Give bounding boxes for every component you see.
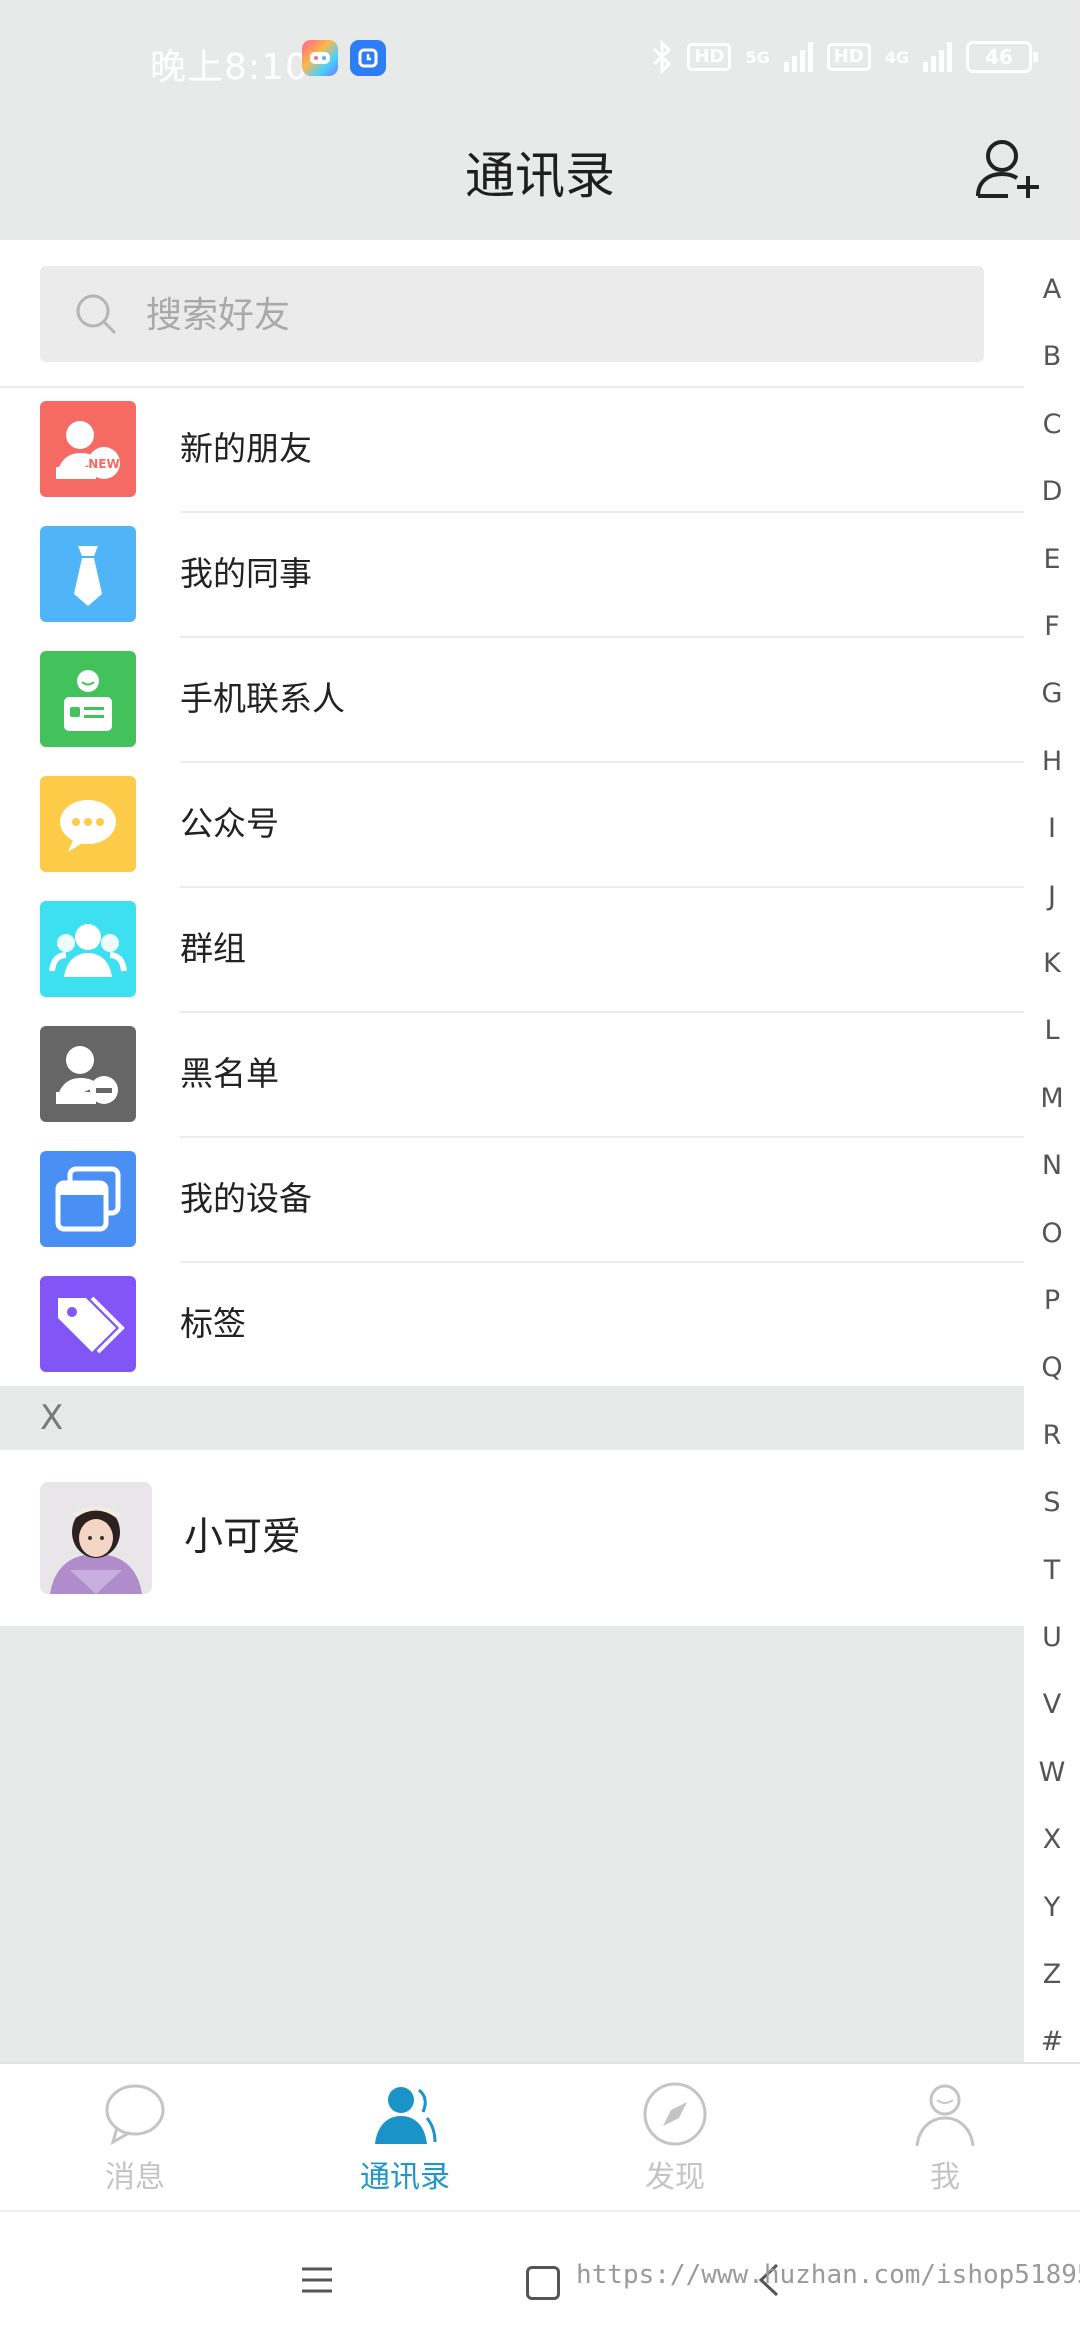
section-header: X xyxy=(0,1386,1024,1450)
alphabet-letter[interactable]: K xyxy=(1024,948,1080,979)
alphabet-letter[interactable]: Q xyxy=(1024,1352,1080,1383)
alphabet-index[interactable]: A B C D E F G H I J K L M N O P Q R S T U V W X Y Z # xyxy=(1024,240,1080,2062)
network-type-1: 5G xyxy=(745,47,770,67)
official-account-chat-icon xyxy=(40,776,136,872)
menu-item-new-friends[interactable]: NEW 新的朋友 xyxy=(0,388,1024,513)
contact-row[interactable]: 小可爱 xyxy=(0,1450,1024,1626)
menu-item-label: 我的同事 xyxy=(180,554,312,593)
menu-item-label: 手机联系人 xyxy=(180,679,345,718)
alphabet-letter[interactable]: N xyxy=(1024,1150,1080,1181)
menu-item-label: 群组 xyxy=(180,929,246,968)
signal-icon xyxy=(783,42,813,72)
alphabet-letter[interactable]: G xyxy=(1024,678,1080,709)
alphabet-letter[interactable]: S xyxy=(1024,1487,1080,1518)
tab-me[interactable]: 我 xyxy=(810,2064,1080,2212)
alphabet-letter[interactable]: D xyxy=(1024,476,1080,507)
alphabet-letter[interactable]: B xyxy=(1024,341,1080,372)
home-icon[interactable] xyxy=(526,2266,560,2300)
alphabet-letter[interactable]: A xyxy=(1024,274,1080,305)
contacts-panel: NEW 新的朋友 我的同事 手机联系人 公众号 群组 xyxy=(0,240,1024,1388)
menu-item-blacklist[interactable]: 黑名单 xyxy=(0,1013,1024,1138)
status-bar: 晚上8:10 HD 5G HD 4G 46 xyxy=(0,0,1080,120)
contacts-icon xyxy=(375,2087,437,2144)
alphabet-letter[interactable]: # xyxy=(1024,2026,1080,2057)
network-type-2: 4G xyxy=(884,47,909,67)
bottom-tab-bar: 消息 通讯录 发现 我 xyxy=(0,2062,1080,2212)
groups-icon xyxy=(40,901,136,997)
app-header: 通讯录 xyxy=(0,120,1080,240)
menu-item-label: 我的设备 xyxy=(180,1179,312,1218)
alphabet-letter[interactable]: V xyxy=(1024,1689,1080,1720)
alphabet-letter[interactable]: W xyxy=(1024,1757,1080,1788)
my-devices-icon xyxy=(40,1151,136,1247)
compass-icon xyxy=(643,2082,707,2146)
search-input[interactable] xyxy=(144,266,948,364)
menu-item-colleagues[interactable]: 我的同事 xyxy=(0,513,1024,638)
menu-item-my-devices[interactable]: 我的设备 xyxy=(0,1138,1024,1263)
tab-discover[interactable]: 发现 xyxy=(540,2064,810,2212)
add-contact-icon[interactable] xyxy=(972,134,1044,206)
menu-item-label: 公众号 xyxy=(180,804,279,843)
phone-contacts-icon xyxy=(40,651,136,747)
alphabet-letter[interactable]: J xyxy=(1024,881,1080,912)
alphabet-letter[interactable]: T xyxy=(1024,1555,1080,1586)
battery-icon: 46 xyxy=(966,41,1038,73)
tab-contacts[interactable]: 通讯录 xyxy=(270,2064,540,2212)
section-letter: X xyxy=(40,1398,64,1438)
menu-item-phone-contacts[interactable]: 手机联系人 xyxy=(0,638,1024,763)
svg-text:NEW: NEW xyxy=(88,457,119,471)
status-time: 晚上8:10 xyxy=(150,47,309,88)
avatar xyxy=(40,1482,152,1594)
profile-icon xyxy=(915,2084,975,2147)
system-nav-bar: https://www.huzhan.com/ishop51895 xyxy=(0,2210,1080,2342)
tab-label: 发现 xyxy=(645,2160,705,2195)
menu-item-label: 新的朋友 xyxy=(180,429,312,468)
search-area xyxy=(0,240,1024,388)
page-title: 通讯录 xyxy=(465,147,615,205)
tab-label: 我 xyxy=(930,2160,960,2195)
tags-icon xyxy=(40,1276,136,1372)
alphabet-letter[interactable]: X xyxy=(1024,1824,1080,1855)
alphabet-letter[interactable]: U xyxy=(1024,1622,1080,1653)
alphabet-letter[interactable]: F xyxy=(1024,611,1080,642)
alphabet-letter[interactable]: Z xyxy=(1024,1959,1080,1990)
alphabet-letter[interactable]: I xyxy=(1024,813,1080,844)
tab-label: 通讯录 xyxy=(360,2160,450,2195)
alphabet-letter[interactable]: R xyxy=(1024,1420,1080,1451)
chat-bubble-icon xyxy=(105,2084,165,2146)
status-indicators: HD 5G HD 4G 46 xyxy=(651,40,1038,74)
menu-item-official-accounts[interactable]: 公众号 xyxy=(0,763,1024,888)
menu-item-label: 标签 xyxy=(180,1304,246,1343)
alphabet-letter[interactable]: C xyxy=(1024,409,1080,440)
signal-icon-2 xyxy=(923,42,952,72)
alphabet-letter[interactable]: O xyxy=(1024,1218,1080,1249)
colleagues-tie-icon xyxy=(40,526,136,622)
new-friends-icon: NEW xyxy=(40,401,136,497)
alarm-app-icon xyxy=(350,40,386,76)
menu-item-label: 黑名单 xyxy=(180,1054,279,1093)
search-box[interactable] xyxy=(40,266,984,364)
alphabet-letter[interactable]: E xyxy=(1024,544,1080,575)
hd-badge-2: HD xyxy=(826,43,871,71)
alphabet-letter[interactable]: Y xyxy=(1024,1892,1080,1923)
game-app-icon xyxy=(302,40,338,76)
menu-item-groups[interactable]: 群组 xyxy=(0,888,1024,1013)
menu-item-tags[interactable]: 标签 xyxy=(0,1263,1024,1388)
contact-name: 小可爱 xyxy=(184,1515,302,1560)
watermark-text: https://www.huzhan.com/ishop51895 xyxy=(576,2260,1080,2290)
alphabet-letter[interactable]: P xyxy=(1024,1285,1080,1316)
hd-badge-1: HD xyxy=(687,43,732,71)
alphabet-letter[interactable]: M xyxy=(1024,1083,1080,1114)
tab-label: 消息 xyxy=(105,2160,165,2195)
bluetooth-icon xyxy=(653,40,672,74)
menu-icon[interactable] xyxy=(300,2266,334,2294)
tab-messages[interactable]: 消息 xyxy=(0,2064,270,2212)
search-icon xyxy=(76,294,117,335)
blacklist-icon xyxy=(40,1026,136,1122)
alphabet-letter[interactable]: H xyxy=(1024,746,1080,777)
alphabet-letter[interactable]: L xyxy=(1024,1015,1080,1046)
